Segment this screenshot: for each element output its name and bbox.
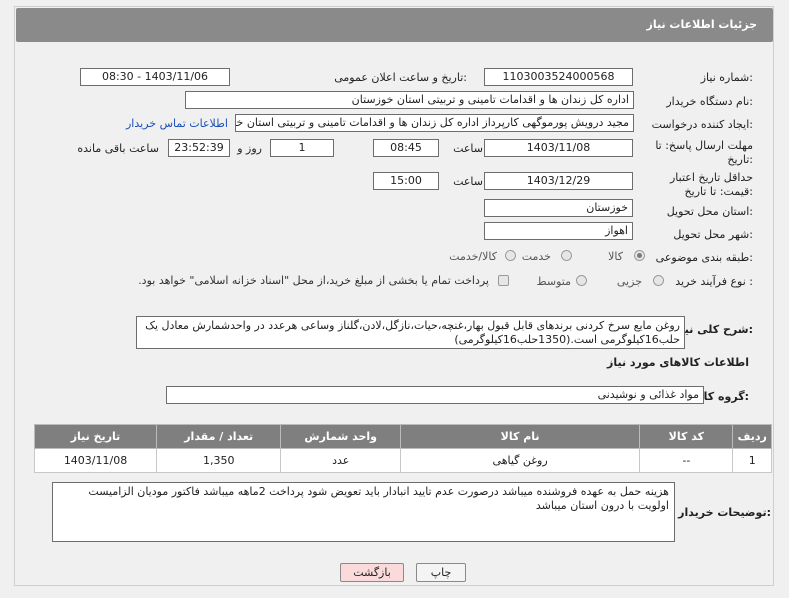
header-bar: جزئیات اطلاعات نیاز — [16, 8, 773, 42]
buyer-notes-field: هزینه حمل به عهده فروشنده میباشد درصورت … — [52, 482, 675, 542]
goods-section-title: اطلاعات کالاهای مورد نیاز — [607, 356, 749, 369]
col-date-header: تاریخ نیاز — [33, 424, 158, 449]
col-unit-header: واحد شمارش — [280, 424, 401, 449]
payment-note: پرداخت تمام یا بخشی از مبلغ خرید،از محل … — [138, 274, 489, 287]
page-title: جزئیات اطلاعات نیاز — [646, 18, 758, 31]
col-name-header: نام کالا — [399, 424, 641, 449]
cell-date: 1403/11/08 — [33, 448, 158, 473]
remaining-label: ساعت باقی مانده — [77, 142, 159, 155]
city-label: شهر محل تحویل: — [673, 228, 753, 241]
process-label: نوع فرآیند خرید : — [675, 275, 753, 288]
table-header-row: ردیف کد کالا نام کالا واحد شمارش تعداد /… — [33, 424, 772, 449]
cell-code: -- — [639, 448, 734, 473]
process-radio-minor[interactable] — [653, 275, 664, 286]
col-row-header: ردیف — [732, 424, 772, 449]
cell-name: روغن گیاهی — [399, 448, 641, 473]
process-option-medium: متوسط — [536, 275, 571, 288]
days-field: 1 — [270, 139, 334, 157]
process-option-minor: جزیی — [616, 275, 642, 288]
province-field: خوزستان — [484, 199, 633, 217]
category-radio-both[interactable] — [505, 250, 516, 261]
col-code-header: کد کالا — [639, 424, 734, 449]
buyer-org-label: نام دستگاه خریدار: — [666, 95, 753, 108]
table-row: 1 -- روغن گیاهی عدد 1,350 1403/11/08 — [33, 448, 772, 473]
announce-label: تاریخ و ساعت اعلان عمومی: — [334, 71, 467, 84]
city-field: اهواز — [484, 222, 633, 240]
back-button[interactable]: بازگشت — [340, 563, 404, 582]
validity-label: حداقل تاریخ اعتبار قیمت: تا تاریخ: — [669, 171, 753, 198]
print-button[interactable]: چاپ — [416, 563, 466, 582]
deadline-time-field: 08:45 — [373, 139, 439, 157]
need-number-field: 1103003524000568 — [484, 68, 633, 86]
days-label: روز و — [237, 142, 262, 155]
process-radio-medium[interactable] — [576, 275, 587, 286]
buyer-contact-link[interactable]: اطلاعات تماس خریدار — [126, 117, 228, 130]
deadline-time-label: ساعت — [453, 142, 483, 155]
buyer-notes-label: توضیحات خریدار: — [678, 506, 771, 519]
category-option-both: کالا/خدمت — [449, 250, 497, 263]
creator-field: مجید درویش پورموگهی کارپرداز اداره کل زن… — [235, 114, 634, 132]
description-field: روغن مایع سرخ کردنی برندهای قابل قبول به… — [136, 316, 685, 349]
validity-time-label: ساعت — [453, 175, 483, 188]
announce-field: 1403/11/06 - 08:30 — [80, 68, 230, 86]
description-label: شرح کلی نیاز: — [674, 323, 753, 336]
deadline-label: مهلت ارسال پاسخ: تا تاریخ: — [655, 139, 753, 166]
province-label: استان محل تحویل: — [666, 205, 753, 218]
category-option-service: خدمت — [521, 250, 551, 263]
remaining-time-field: 23:52:39 — [168, 139, 230, 157]
cell-row: 1 — [732, 448, 772, 473]
buyer-org-field: اداره کل زندان ها و اقدامات تامینی و ترب… — [185, 91, 634, 109]
goods-group-field: مواد غذائی و نوشیدنی — [166, 386, 704, 404]
col-qty-header: تعداد / مقدار — [156, 424, 282, 449]
items-table: ردیف کد کالا نام کالا واحد شمارش تعداد /… — [33, 424, 772, 473]
category-radio-service[interactable] — [561, 250, 572, 261]
validity-time-field: 15:00 — [373, 172, 439, 190]
announce-value: 1403/11/06 - 08:30 — [101, 70, 209, 83]
validity-date-field: 1403/12/29 — [484, 172, 633, 190]
category-label: طبقه بندی موضوعی: — [655, 251, 753, 264]
category-option-goods: کالا — [608, 250, 623, 263]
deadline-date-field: 1403/11/08 — [484, 139, 633, 157]
cell-qty: 1,350 — [156, 448, 282, 473]
creator-label: ایجاد کننده درخواست: — [651, 118, 753, 131]
need-number-label: شماره نیاز: — [700, 71, 753, 84]
category-radio-goods[interactable] — [634, 250, 645, 261]
treasury-checkbox[interactable] — [498, 275, 509, 286]
cell-unit: عدد — [280, 448, 401, 473]
